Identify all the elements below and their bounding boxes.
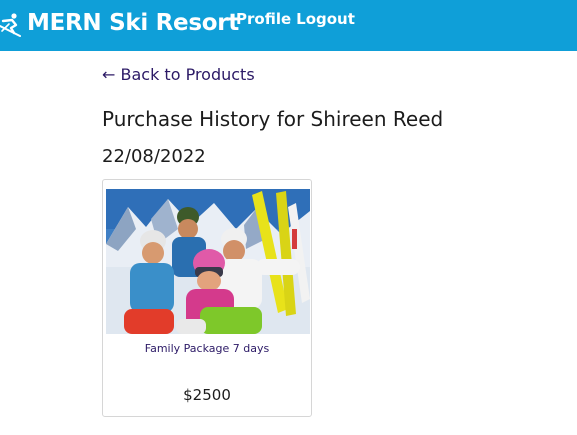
profile-link[interactable]: Profile	[236, 10, 291, 28]
product-image[interactable]	[106, 189, 310, 334]
top-navbar: MERN Ski Resort Profile Logout	[0, 0, 577, 51]
product-name[interactable]: Family Package 7 days	[103, 342, 311, 356]
nav-links: Profile Logout	[236, 9, 355, 29]
back-to-products-link[interactable]: ← Back to Products	[102, 65, 255, 85]
page-title: Purchase History for Shireen Reed	[102, 107, 444, 131]
skier-icon[interactable]	[0, 12, 22, 38]
product-price: $2500	[183, 386, 231, 404]
family-skiing-photo	[106, 189, 310, 334]
brand-title[interactable]: MERN Ski Resort	[27, 7, 239, 39]
product-card[interactable]: Family Package 7 days $2500	[102, 179, 312, 417]
logout-link[interactable]: Logout	[296, 10, 355, 28]
purchase-date: 22/08/2022	[102, 146, 206, 167]
